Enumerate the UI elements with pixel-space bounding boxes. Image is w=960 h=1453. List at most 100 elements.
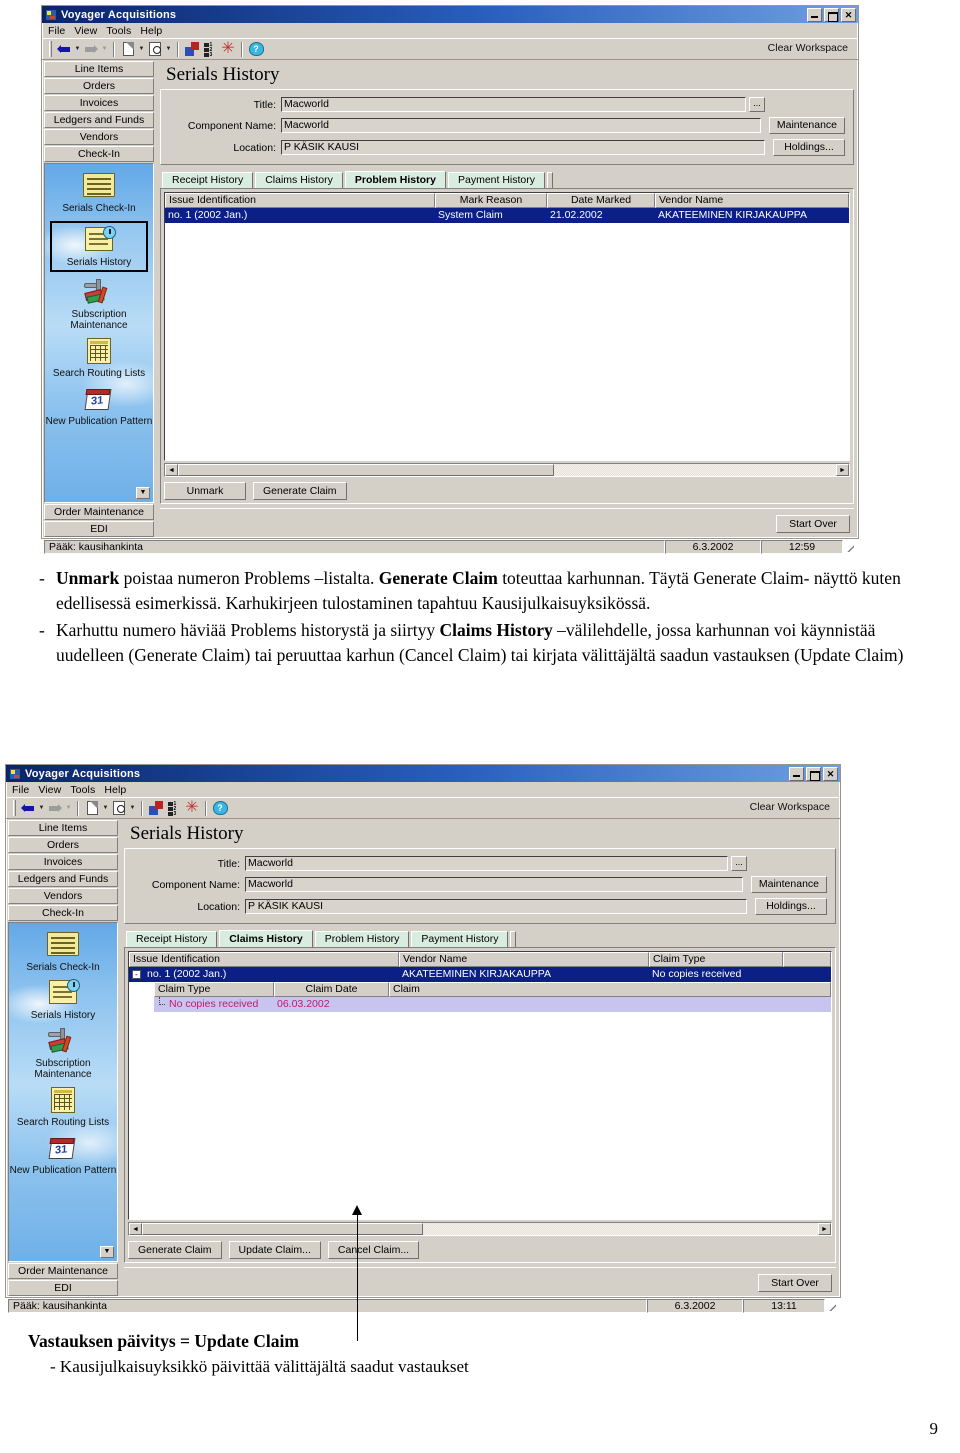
minimize-button[interactable]	[789, 766, 804, 781]
holdings-button[interactable]: Holdings...	[755, 898, 827, 915]
forward-dropdown-icon[interactable]: ▼	[64, 805, 73, 811]
window2-controls[interactable]: ✕	[789, 766, 838, 781]
scrollbar-track[interactable]	[422, 1223, 818, 1235]
sidebar-item-search-routing-lists[interactable]: Search Routing Lists	[45, 338, 153, 379]
sidebar-item-subscription-maintenance[interactable]: Subscription Maintenance	[45, 279, 153, 331]
help-icon[interactable]: ?	[247, 41, 265, 58]
tab-claims-history[interactable]: Claims History	[255, 172, 343, 188]
maximize-button[interactable]	[824, 7, 839, 22]
menu-file[interactable]: File	[12, 784, 29, 796]
clear-workspace-button[interactable]: Clear Workspace	[763, 41, 852, 55]
sub-grid-header[interactable]: Claim Type Claim Date Claim	[154, 982, 831, 997]
asterisk-icon[interactable]: ✳	[219, 41, 237, 58]
sidebar-item-ledgers-and-funds[interactable]: Ledgers and Funds	[44, 112, 154, 128]
maintenance-button[interactable]: Maintenance	[750, 876, 827, 893]
sidebar-scroll-down-icon[interactable]: ▼	[100, 1246, 114, 1258]
barcode-icon[interactable]: 123	[201, 41, 219, 58]
location-input[interactable]: P KÄSIK KAUSI	[245, 899, 747, 914]
window2-tabs[interactable]: Receipt History Claims History Problem H…	[126, 930, 836, 947]
column-mark-reason[interactable]: Mark Reason	[435, 193, 547, 208]
window2-menubar[interactable]: File View Tools Help	[6, 782, 840, 797]
sidebar-item-serials-history[interactable]: Serials History	[9, 979, 117, 1021]
sidebar-item-edi[interactable]: EDI	[8, 1280, 118, 1296]
window2-titlebar[interactable]: Voyager Acquisitions ✕	[6, 765, 840, 782]
sidebar-item-new-publication-pattern[interactable]: 31 New Publication Pattern	[45, 386, 153, 427]
grid-horizontal-scrollbar[interactable]: ◄ ►	[128, 1222, 832, 1236]
start-over-button[interactable]: Start Over	[776, 514, 850, 533]
window2-sidebar[interactable]: Line Items Orders Invoices Ledgers and F…	[6, 819, 120, 1297]
column-claim-date[interactable]: Claim Date	[274, 982, 389, 997]
tab-payment-history[interactable]: Payment History	[447, 172, 546, 188]
toolbar-grip[interactable]	[49, 41, 52, 57]
generate-claim-button[interactable]: Generate Claim	[253, 482, 347, 500]
scrollbar-track[interactable]	[554, 464, 836, 476]
new-document-icon[interactable]	[119, 41, 137, 58]
tab-receipt-history[interactable]: Receipt History	[126, 931, 218, 947]
sidebar-item-serials-check-in[interactable]: Serials Check-In	[45, 173, 153, 214]
generate-claim-button[interactable]: Generate Claim	[128, 1241, 222, 1259]
column-issue-identification[interactable]: Issue Identification	[165, 193, 435, 208]
tab-payment-history[interactable]: Payment History	[411, 931, 509, 947]
back-dropdown-icon[interactable]: ▼	[37, 805, 46, 811]
toolbar-grip[interactable]	[13, 800, 16, 816]
column-vendor-name[interactable]: Vendor Name	[655, 193, 849, 208]
scroll-right-icon[interactable]: ►	[818, 1223, 831, 1235]
window2-toolbar[interactable]: ▼ ▼ ▼ ▼ 123 ✳ ? Clear Workspace	[6, 797, 840, 819]
help-icon[interactable]: ?	[211, 800, 229, 817]
tab-receipt-history[interactable]: Receipt History	[162, 172, 254, 188]
forward-arrow-icon[interactable]	[82, 41, 100, 58]
clear-workspace-button[interactable]: Clear Workspace	[745, 800, 834, 814]
title-browse-button[interactable]: ...	[731, 856, 747, 871]
column-overflow[interactable]	[783, 952, 831, 967]
new-dropdown-icon[interactable]: ▼	[101, 805, 110, 811]
sidebar-item-new-publication-pattern[interactable]: 31 New Publication Pattern	[9, 1135, 117, 1176]
expand-collapse-icon[interactable]: -	[132, 970, 141, 979]
holdings-button[interactable]: Holdings...	[773, 139, 845, 156]
cancel-claim-button[interactable]: Cancel Claim...	[327, 1241, 420, 1259]
title-browse-button[interactable]: ...	[749, 97, 765, 112]
close-button[interactable]: ✕	[823, 766, 838, 781]
barcode-icon[interactable]: 123	[165, 800, 183, 817]
menu-help[interactable]: Help	[140, 25, 162, 37]
new-document-icon[interactable]	[83, 800, 101, 817]
search-dropdown-icon[interactable]: ▼	[128, 805, 137, 811]
sidebar-item-orders[interactable]: Orders	[44, 78, 154, 94]
menu-file[interactable]: File	[48, 25, 65, 37]
maintenance-button[interactable]: Maintenance	[768, 117, 845, 134]
column-claim-type[interactable]: Claim Type	[154, 982, 274, 997]
sidebar-item-orders[interactable]: Orders	[8, 837, 118, 853]
menu-help[interactable]: Help	[104, 784, 126, 796]
import-icon[interactable]	[147, 800, 165, 817]
grid-header[interactable]: Issue Identification Mark Reason Date Ma…	[165, 193, 849, 208]
resize-grip-icon[interactable]	[843, 540, 856, 554]
menu-tools[interactable]: Tools	[106, 25, 131, 37]
sidebar-item-check-in[interactable]: Check-In	[44, 146, 154, 162]
search-preview-icon[interactable]	[146, 41, 164, 58]
table-row[interactable]: no. 1 (2002 Jan.) System Claim 21.02.200…	[165, 208, 849, 223]
claims-history-grid[interactable]: Issue Identification Vendor Name Claim T…	[128, 951, 832, 1220]
import-icon[interactable]	[183, 41, 201, 58]
column-date-marked[interactable]: Date Marked	[547, 193, 655, 208]
tab-claims-history[interactable]: Claims History	[219, 930, 313, 947]
sidebar-item-invoices[interactable]: Invoices	[8, 854, 118, 870]
sidebar-item-subscription-maintenance[interactable]: Subscription Maintenance	[9, 1028, 117, 1080]
update-claim-button[interactable]: Update Claim...	[228, 1241, 321, 1259]
window1-menubar[interactable]: File View Tools Help	[42, 23, 858, 38]
sidebar-item-edi[interactable]: EDI	[44, 521, 154, 537]
tab-problem-history[interactable]: Problem History	[314, 931, 410, 947]
window1-sidebar[interactable]: Line Items Orders Invoices Ledgers and F…	[42, 60, 156, 538]
component-name-input[interactable]: Macworld	[245, 877, 743, 892]
scroll-left-icon[interactable]: ◄	[165, 464, 178, 476]
table-row[interactable]: - no. 1 (2002 Jan.) AKATEEMINEN KIRJAKAU…	[129, 967, 831, 982]
grid-header[interactable]: Issue Identification Vendor Name Claim T…	[129, 952, 831, 967]
grid-horizontal-scrollbar[interactable]: ◄ ►	[164, 463, 850, 477]
window1-controls[interactable]: ✕	[807, 7, 856, 22]
minimize-button[interactable]	[807, 7, 822, 22]
sidebar-item-vendors[interactable]: Vendors	[44, 129, 154, 145]
sidebar-item-invoices[interactable]: Invoices	[44, 95, 154, 111]
sidebar-item-check-in[interactable]: Check-In	[8, 905, 118, 921]
sidebar-item-serials-check-in[interactable]: Serials Check-In	[9, 932, 117, 973]
sidebar-item-line-items[interactable]: Line Items	[8, 820, 118, 836]
forward-dropdown-icon[interactable]: ▼	[100, 46, 109, 52]
window1-toolbar[interactable]: ▼ ▼ ▼ ▼ 123 ✳ ? Clear Workspace	[42, 38, 858, 60]
